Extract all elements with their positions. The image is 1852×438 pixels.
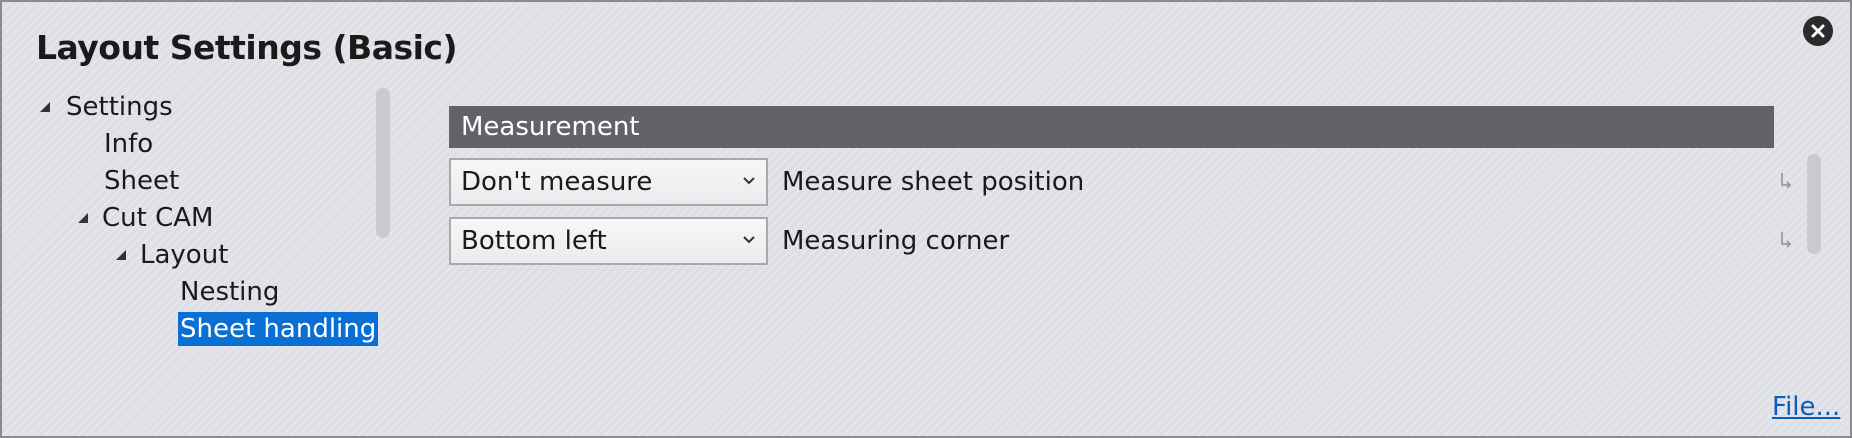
tree-item-label: Sheet handling: [178, 312, 379, 346]
expanded-triangle-icon[interactable]: [76, 211, 90, 225]
tree-item-sheet[interactable]: Sheet: [102, 164, 181, 198]
tree-item-info[interactable]: Info: [102, 127, 155, 161]
chevron-down-icon: [743, 236, 755, 244]
layout-settings-dialog: Layout Settings (Basic) Settings Info Sh…: [0, 0, 1852, 438]
tree-item-layout[interactable]: Layout: [114, 238, 230, 272]
tree-item-sheet-handling[interactable]: Sheet handling: [178, 312, 379, 346]
tree-item-label: Info: [104, 129, 154, 159]
tree-item-settings[interactable]: Settings: [38, 90, 175, 124]
tree-item-cut-cam[interactable]: Cut CAM: [76, 201, 215, 235]
measuring-corner-dropdown[interactable]: Bottom left: [449, 217, 768, 265]
dialog-title: Layout Settings (Basic): [36, 28, 458, 67]
tree-scrollbar[interactable]: [376, 88, 390, 238]
close-icon: [1811, 24, 1825, 38]
expanded-triangle-icon[interactable]: [114, 248, 128, 262]
measure-sheet-position-dropdown[interactable]: Don't measure: [449, 158, 768, 206]
tree-item-label: Cut CAM: [102, 203, 214, 233]
reset-arrow-icon[interactable]: [1779, 172, 1793, 190]
content-scrollbar[interactable]: [1807, 154, 1821, 254]
chevron-down-icon: [743, 177, 755, 185]
dropdown-value: Don't measure: [461, 167, 653, 197]
measure-sheet-position-label: Measure sheet position: [782, 167, 1085, 197]
reset-arrow-icon[interactable]: [1779, 231, 1793, 249]
tree-item-label: Sheet: [104, 166, 180, 196]
tree-item-label: Layout: [140, 240, 229, 270]
section-header-measurement: Measurement: [449, 106, 1774, 148]
measuring-corner-label: Measuring corner: [782, 226, 1010, 256]
file-link[interactable]: File...: [1772, 392, 1840, 422]
settings-tree: Settings Info Sheet Cut CAM Layout Nesti…: [2, 90, 379, 360]
expanded-triangle-icon[interactable]: [38, 100, 52, 114]
dropdown-value: Bottom left: [461, 226, 607, 256]
tree-item-label: Settings: [66, 92, 173, 122]
close-button[interactable]: [1803, 16, 1833, 46]
tree-item-label: Nesting: [180, 277, 280, 307]
tree-item-nesting[interactable]: Nesting: [178, 275, 281, 309]
